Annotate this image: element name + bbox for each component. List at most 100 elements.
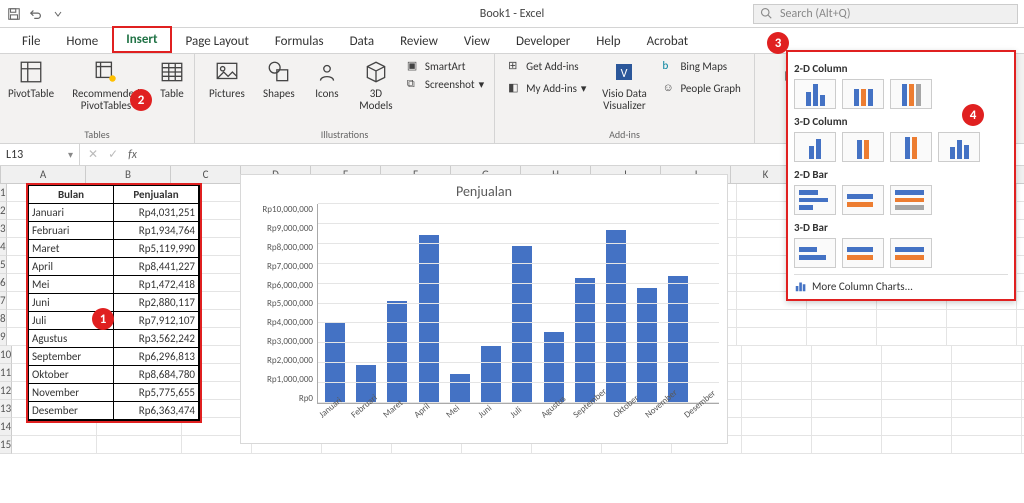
chart-opt-3d-clustered-bar[interactable]: [794, 238, 836, 268]
col-header[interactable]: B: [86, 166, 171, 183]
row-header[interactable]: 9: [0, 328, 7, 346]
cell[interactable]: [1017, 274, 1024, 292]
cell[interactable]: [1017, 238, 1024, 256]
visio-button[interactable]: V Visio Data Visualizer: [594, 58, 654, 112]
cell[interactable]: [1017, 292, 1024, 310]
tab-data[interactable]: Data: [338, 30, 387, 53]
row-header[interactable]: 1: [0, 184, 7, 202]
cell[interactable]: [742, 436, 812, 454]
cell[interactable]: [1017, 256, 1024, 274]
col-header[interactable]: A: [1, 166, 86, 183]
chart-opt-stacked-column[interactable]: [842, 79, 884, 109]
cell[interactable]: [812, 418, 882, 436]
search-box[interactable]: Search (Alt+Q): [753, 4, 1018, 24]
cell[interactable]: [742, 418, 812, 436]
cell[interactable]: [877, 328, 947, 346]
table-button[interactable]: Table: [150, 58, 194, 100]
chart-opt-stacked-bar[interactable]: [842, 185, 884, 215]
row-header[interactable]: 6: [0, 274, 7, 292]
cell[interactable]: [952, 400, 1022, 418]
undo-icon[interactable]: [28, 6, 44, 22]
smartart-button[interactable]: ▣SmartArt: [405, 58, 486, 74]
tab-review[interactable]: Review: [388, 30, 450, 53]
selected-data-table[interactable]: BulanPenjualanJanuariRp4,031,251Februari…: [28, 185, 200, 421]
chart-opt-100-bar[interactable]: [890, 185, 932, 215]
row-header[interactable]: 8: [0, 310, 7, 328]
enter-icon[interactable]: ✓: [108, 147, 118, 162]
chart-opt-3d-stacked-bar[interactable]: [842, 238, 884, 268]
people-graph-button[interactable]: ☺People Graph: [660, 80, 742, 96]
cell[interactable]: [952, 418, 1022, 436]
bing-maps-button[interactable]: bBing Maps: [660, 58, 742, 74]
cell[interactable]: [1017, 184, 1024, 202]
shapes-button[interactable]: Shapes: [257, 58, 301, 100]
tab-help[interactable]: Help: [584, 30, 632, 53]
cell[interactable]: [952, 382, 1022, 400]
chart-opt-clustered-column[interactable]: [794, 79, 836, 109]
cell[interactable]: [1017, 310, 1024, 328]
cell[interactable]: [882, 382, 952, 400]
row-header[interactable]: 7: [0, 292, 7, 310]
row-header[interactable]: 4: [0, 238, 7, 256]
row-header[interactable]: 10: [0, 346, 12, 364]
chart-opt-3d-column[interactable]: [938, 132, 980, 162]
cell[interactable]: [737, 328, 807, 346]
cell[interactable]: [1017, 202, 1024, 220]
cancel-icon[interactable]: ✕: [88, 147, 98, 162]
row-header[interactable]: 2: [0, 202, 7, 220]
cell[interactable]: [1017, 328, 1024, 346]
chart-opt-3d-clustered[interactable]: [794, 132, 836, 162]
icons-button[interactable]: Icons: [307, 58, 347, 100]
cell[interactable]: [807, 328, 877, 346]
row-header[interactable]: 5: [0, 256, 7, 274]
cell[interactable]: [812, 364, 882, 382]
cell[interactable]: [947, 328, 1017, 346]
models-button[interactable]: 3D Models: [353, 58, 399, 112]
name-box[interactable]: L13 ▾: [0, 144, 80, 165]
cell[interactable]: [812, 346, 882, 364]
tab-view[interactable]: View: [452, 30, 502, 53]
cell[interactable]: [12, 436, 97, 454]
cell[interactable]: [1017, 220, 1024, 238]
cell[interactable]: [807, 310, 877, 328]
row-header[interactable]: 13: [0, 400, 12, 418]
row-header[interactable]: 12: [0, 382, 12, 400]
row-header[interactable]: 3: [0, 220, 7, 238]
col-header[interactable]: C: [171, 166, 241, 183]
more-column-charts-link[interactable]: More Column Charts...: [794, 274, 1008, 293]
chart-opt-3d-stacked[interactable]: [842, 132, 884, 162]
chart-opt-100-stacked-column[interactable]: [890, 79, 932, 109]
tab-insert[interactable]: Insert: [112, 26, 171, 53]
tab-developer[interactable]: Developer: [504, 30, 582, 53]
pictures-button[interactable]: Pictures: [203, 58, 251, 100]
cell[interactable]: [882, 436, 952, 454]
get-addins-button[interactable]: ⊞Get Add-ins: [506, 58, 588, 74]
row-header[interactable]: 15: [0, 436, 12, 454]
row-header[interactable]: 14: [0, 418, 12, 436]
fx-icon[interactable]: fx: [128, 148, 137, 162]
cell[interactable]: [952, 436, 1022, 454]
chart-opt-3d-100-bar[interactable]: [890, 238, 932, 268]
cell[interactable]: [97, 436, 182, 454]
qat-dropdown-icon[interactable]: [50, 6, 66, 22]
pivot-table-button[interactable]: PivotTable: [0, 58, 62, 100]
cell[interactable]: [952, 346, 1022, 364]
cell[interactable]: [952, 364, 1022, 382]
my-addins-button[interactable]: ◧My Add-ins ▾: [506, 80, 588, 96]
row-header[interactable]: 11: [0, 364, 12, 382]
cell[interactable]: [742, 346, 812, 364]
cell[interactable]: [812, 436, 882, 454]
cell[interactable]: [947, 310, 1017, 328]
tab-pagelayout[interactable]: Page Layout: [174, 30, 261, 53]
save-icon[interactable]: [6, 6, 22, 22]
cell[interactable]: [742, 400, 812, 418]
cell[interactable]: [877, 310, 947, 328]
tab-formulas[interactable]: Formulas: [263, 30, 336, 53]
screenshot-button[interactable]: ⧉Screenshot ▾: [405, 76, 486, 92]
chart-opt-3d-100[interactable]: [890, 132, 932, 162]
cell[interactable]: [742, 382, 812, 400]
cell[interactable]: [812, 400, 882, 418]
chart-opt-clustered-bar[interactable]: [794, 185, 836, 215]
tab-acrobat[interactable]: Acrobat: [635, 30, 701, 53]
cell[interactable]: [882, 346, 952, 364]
